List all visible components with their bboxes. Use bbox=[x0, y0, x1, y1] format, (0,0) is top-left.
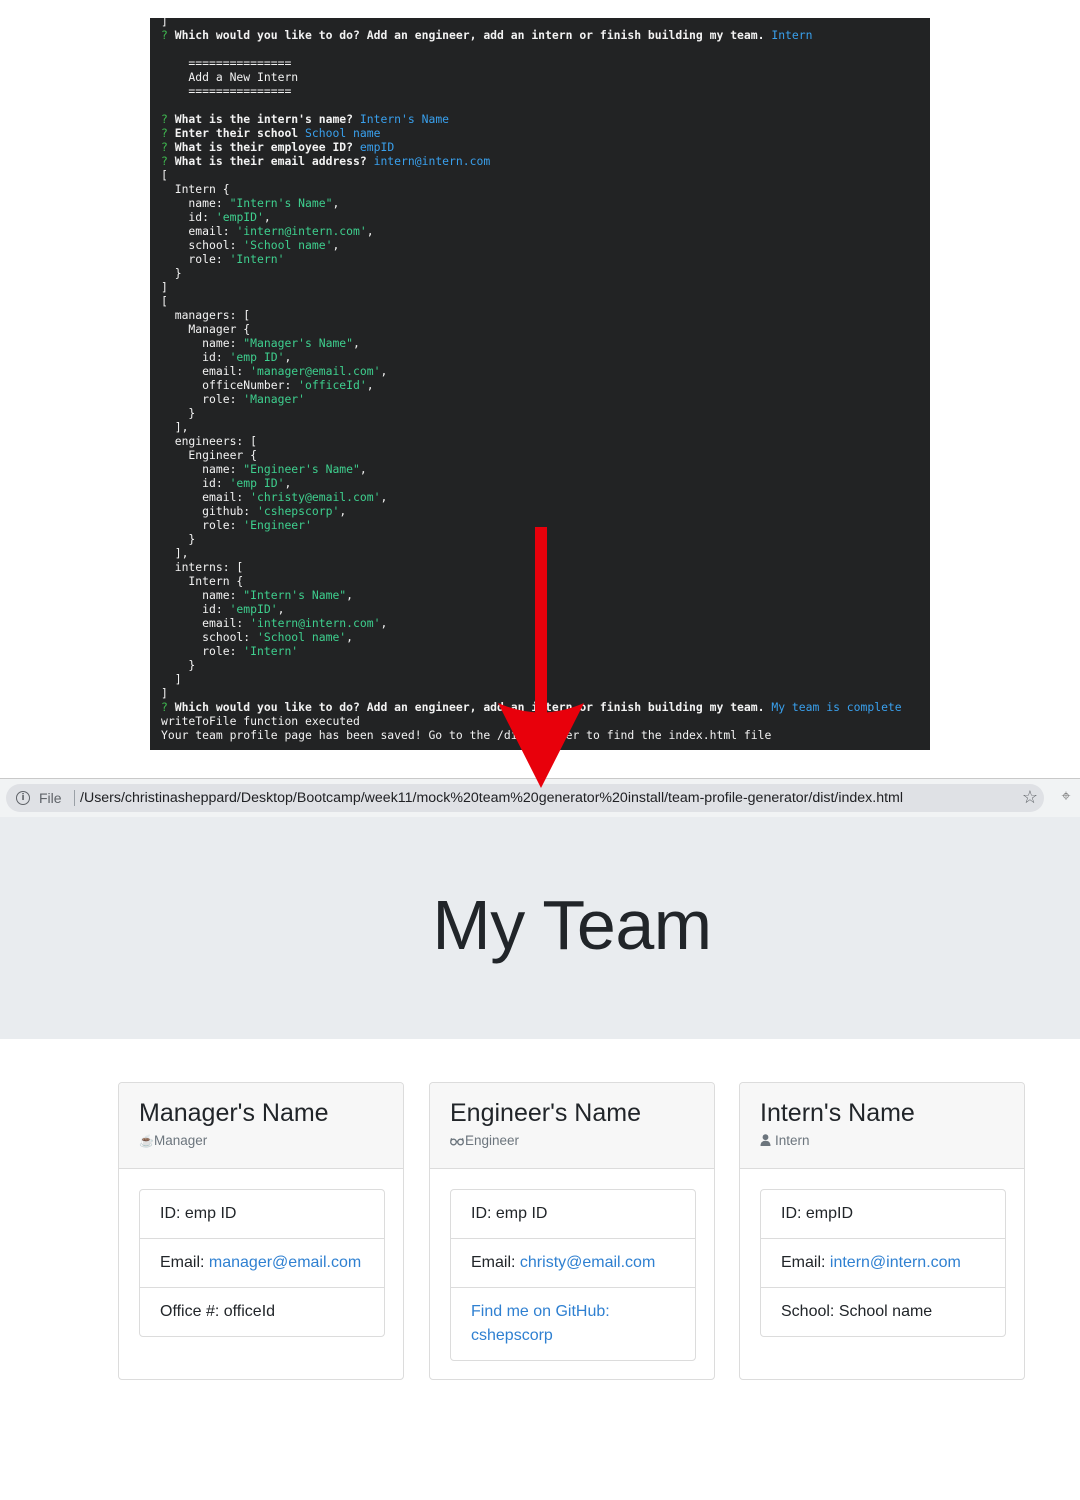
email-label: Email: bbox=[781, 1254, 830, 1271]
email-label: Email: bbox=[160, 1254, 209, 1271]
email-link[interactable]: manager@email.com bbox=[209, 1254, 361, 1271]
glasses-icon bbox=[450, 1134, 465, 1148]
id-item: ID: emp ID bbox=[451, 1190, 695, 1239]
id-label: ID: bbox=[781, 1205, 806, 1222]
school-item: School: School name bbox=[761, 1288, 1005, 1336]
office-item: Office #: officeId bbox=[140, 1288, 384, 1336]
card-header: Engineer's Name Engineer bbox=[430, 1083, 714, 1169]
info-list: ID: emp ID Email: christy@email.com Find… bbox=[450, 1189, 696, 1361]
manager-card: Manager's Name ☕Manager ID: emp ID Email… bbox=[118, 1082, 404, 1380]
card-role: Intern bbox=[760, 1133, 810, 1148]
school-label: School: bbox=[781, 1303, 839, 1320]
id-label: ID: bbox=[471, 1205, 496, 1222]
office-label: Office #: bbox=[160, 1303, 224, 1320]
card-role: ☕Manager bbox=[139, 1133, 207, 1148]
email-label: Email: bbox=[471, 1254, 520, 1271]
email-item: Email: manager@email.com bbox=[140, 1239, 384, 1288]
info-list: ID: empID Email: intern@intern.com Schoo… bbox=[760, 1189, 1006, 1337]
id-value: empID bbox=[805, 1205, 854, 1222]
card-header: Intern's Name Intern bbox=[740, 1083, 1024, 1169]
id-value: emp ID bbox=[184, 1205, 237, 1222]
info-list: ID: emp ID Email: manager@email.com Offi… bbox=[139, 1189, 385, 1337]
card-name: Manager's Name bbox=[139, 1099, 329, 1127]
github-item: Find me on GitHub: cshepscorp bbox=[451, 1288, 695, 1360]
coffee-icon: ☕ bbox=[139, 1134, 154, 1148]
card-role: Engineer bbox=[450, 1133, 519, 1148]
email-link[interactable]: christy@email.com bbox=[520, 1254, 655, 1271]
office-value: officeId bbox=[223, 1303, 276, 1320]
role-label: Engineer bbox=[465, 1133, 520, 1148]
red-arrow-icon bbox=[498, 527, 584, 788]
page-title: My Team bbox=[432, 886, 712, 964]
role-label: Manager bbox=[154, 1133, 208, 1148]
jumbotron-header: My Team bbox=[0, 817, 1080, 1039]
id-item: ID: emp ID bbox=[140, 1190, 384, 1239]
email-item: Email: intern@intern.com bbox=[761, 1239, 1005, 1288]
id-item: ID: empID bbox=[761, 1190, 1005, 1239]
email-item: Email: christy@email.com bbox=[451, 1239, 695, 1288]
id-value: emp ID bbox=[495, 1205, 548, 1222]
card-name: Intern's Name bbox=[760, 1099, 915, 1127]
intern-card: Intern's Name Intern ID: empID Email: in… bbox=[739, 1082, 1025, 1380]
school-value: School name bbox=[838, 1303, 933, 1320]
id-label: ID: bbox=[160, 1205, 185, 1222]
role-label: Intern bbox=[775, 1133, 810, 1148]
engineer-card: Engineer's Name Engineer ID: emp ID Emai… bbox=[429, 1082, 715, 1380]
card-header: Manager's Name ☕Manager bbox=[119, 1083, 403, 1169]
user-icon bbox=[760, 1134, 775, 1148]
email-link[interactable]: intern@intern.com bbox=[830, 1254, 961, 1271]
github-link[interactable]: Find me on GitHub: cshepscorp bbox=[471, 1303, 610, 1344]
card-name: Engineer's Name bbox=[450, 1099, 641, 1127]
